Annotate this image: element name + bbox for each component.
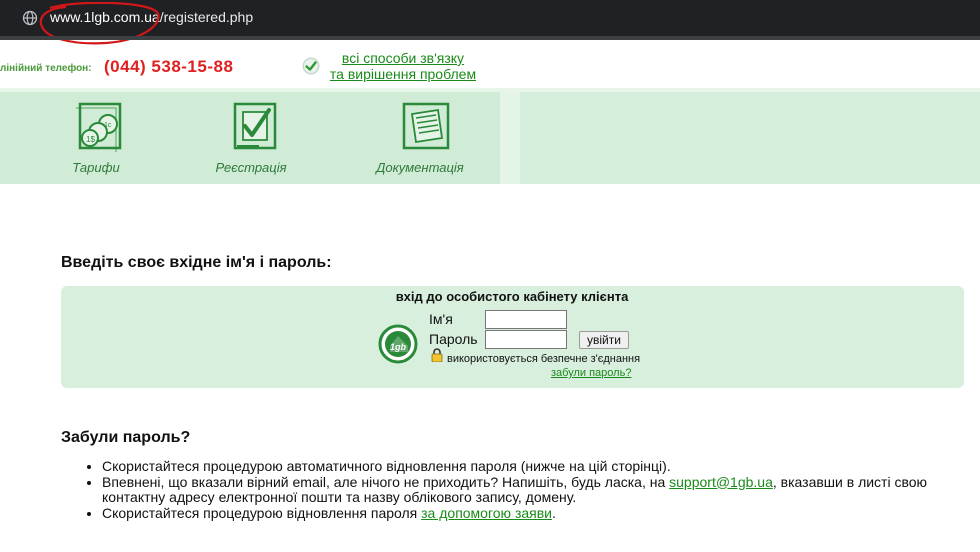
url-path: /registered.php [159, 9, 254, 25]
address-url[interactable]: www.1lgb.com.ua/registered.php [50, 9, 253, 25]
logo-text: 1gb [390, 342, 407, 352]
nav-tariffs-label: Тарифи [72, 160, 120, 175]
coins-icon: 1$ 1c [76, 102, 122, 152]
registration-checkmark-icon [233, 102, 277, 150]
browser-toolbar-divider [0, 36, 980, 40]
phone-number: (044) 538-15-88 [104, 57, 234, 76]
login-form-panel: вхід до особистого кабінету клієнта 1gb … [61, 286, 964, 388]
secure-connection-text: використовується безпечне з'єднання [447, 353, 641, 365]
list-item: Скористайтеся процедурою автоматичного в… [102, 458, 980, 475]
list-item-text: Впевнені, що вказали вірний email, але н… [102, 473, 670, 490]
list-item-text: Скористайтеся процедурою відновлення пар… [102, 504, 422, 521]
support-email-link[interactable]: support@1gb.ua [669, 474, 773, 490]
contact-link-line2: та вирішення проблем [329, 66, 477, 82]
globe-icon [22, 10, 38, 26]
nav-documentation-label: Документація [376, 160, 464, 175]
list-item-text: Скористайтеся процедурою автоматичного в… [102, 458, 671, 474]
username-label: Ім'я [429, 311, 453, 327]
hotline-label: лінійний телефон: [0, 63, 92, 74]
login-heading: Введіть своє вхідне ім'я і пароль: [61, 254, 332, 271]
forgot-password-heading: Забули пароль? [61, 429, 191, 446]
main-navigation: 1$ 1c Тарифи Реєстрація Документація [0, 88, 980, 184]
nav-item-tariffs[interactable]: 1$ 1c Тарифи [36, 88, 156, 184]
contact-methods-link[interactable]: всі способи зв'язку та вирішення проблем [328, 50, 478, 82]
1gb-logo-icon: 1gb [378, 324, 418, 364]
list-item: Скористайтеся процедурою відновлення пар… [102, 504, 980, 522]
list-item-text: . [552, 504, 556, 521]
svg-text:1c: 1c [104, 122, 112, 129]
forgot-password-link[interactable]: забули пароль? [551, 367, 631, 379]
login-box-title: вхід до особистого кабінету клієнта [395, 289, 629, 304]
lock-icon [431, 348, 443, 362]
password-label: Пароль [429, 331, 478, 347]
nav-registration-label: Реєстрація [215, 160, 287, 175]
login-button[interactable]: увійти [579, 331, 629, 349]
nav-item-registration[interactable]: Реєстрація [191, 88, 311, 184]
browser-address-bar[interactable]: www.1lgb.com.ua/registered.php [0, 0, 980, 45]
list-item: Впевнені, що вказали вірний email, але н… [102, 473, 980, 506]
documentation-icon [402, 102, 450, 150]
forgot-password-instructions: Скористайтеся процедурою автоматичного в… [84, 458, 980, 522]
check-circle-icon [302, 57, 320, 75]
contact-link-line1: всі способи зв'язку [341, 50, 465, 66]
svg-text:1$: 1$ [86, 135, 95, 144]
password-input[interactable] [485, 330, 567, 349]
application-recovery-link[interactable]: за допомогою заяви [421, 505, 552, 521]
url-host: www.1lgb.com.ua [50, 9, 160, 25]
nav-item-documentation[interactable]: Документація [360, 88, 480, 184]
username-input[interactable] [485, 310, 567, 329]
